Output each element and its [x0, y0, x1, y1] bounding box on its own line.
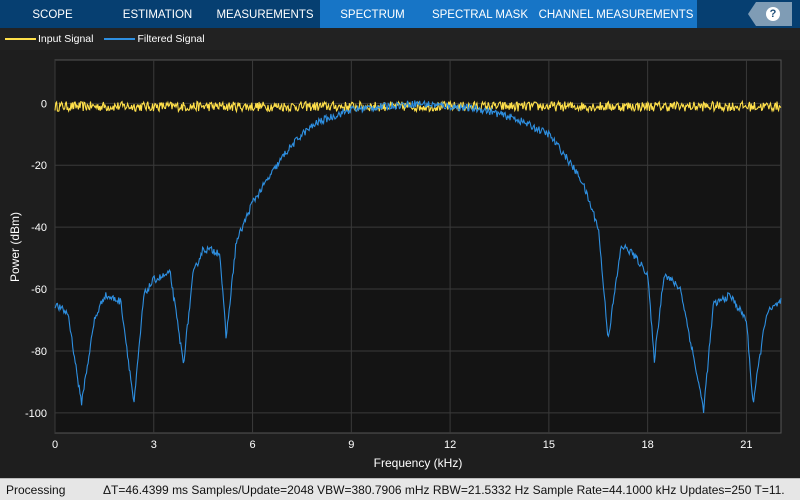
legend-label: Filtered Signal	[137, 33, 205, 45]
x-tick-label: 18	[642, 439, 654, 451]
x-tick-label: 0	[52, 439, 58, 451]
tab-scope[interactable]: SCOPE	[0, 0, 105, 28]
status-bar: Processing ΔT=46.4399 ms Samples/Update=…	[0, 478, 800, 500]
y-tick-label: -100	[25, 408, 47, 420]
y-tick-label: 0	[41, 98, 47, 110]
legend-swatch	[5, 38, 36, 40]
tab-bar: SCOPE ESTIMATION MEASUREMENTS SPECTRUM S…	[0, 0, 800, 28]
tab-spectral-mask[interactable]: SPECTRAL MASK	[425, 0, 535, 28]
tab-spectrum[interactable]: SPECTRUM	[320, 0, 425, 28]
x-axis-label: Frequency (kHz)	[374, 456, 463, 470]
y-tick-label: -60	[31, 284, 47, 296]
legend-item-filtered-signal[interactable]: Filtered Signal	[104, 33, 205, 45]
help-button[interactable]: ?	[748, 2, 792, 26]
plot-area	[54, 59, 782, 434]
legend-label: Input Signal	[38, 33, 94, 45]
x-tick-label: 9	[348, 439, 354, 451]
y-tick-label: -40	[31, 222, 47, 234]
legend-swatch	[104, 38, 136, 40]
y-axis-label: Power (dBm)	[8, 212, 22, 282]
spectrum-chart: 0 3 6 9 12 15 18 21 0 -20 -40 -60 -80 -100 Frequency …	[8, 59, 782, 470]
y-tick-label: -20	[31, 160, 47, 172]
legend-item-input-signal[interactable]: Input Signal	[5, 33, 93, 45]
x-tick-label: 21	[740, 439, 752, 451]
x-tick-label: 15	[543, 439, 555, 451]
tab-channel-measurements[interactable]: CHANNEL MEASUREMENTS	[535, 0, 697, 28]
tab-measurements[interactable]: MEASUREMENTS	[210, 0, 320, 28]
tab-estimation[interactable]: ESTIMATION	[105, 0, 210, 28]
status-readout: ΔT=46.4399 ms Samples/Update=2048 VBW=38…	[103, 483, 785, 497]
status-state: Processing	[6, 483, 66, 497]
legend: Input Signal Filtered Signal	[0, 28, 800, 50]
x-tick-label: 3	[151, 439, 157, 451]
x-tick-label: 6	[249, 439, 255, 451]
help-icon: ?	[766, 7, 780, 21]
y-tick-label: -80	[31, 346, 47, 358]
x-tick-label: 12	[444, 439, 456, 451]
